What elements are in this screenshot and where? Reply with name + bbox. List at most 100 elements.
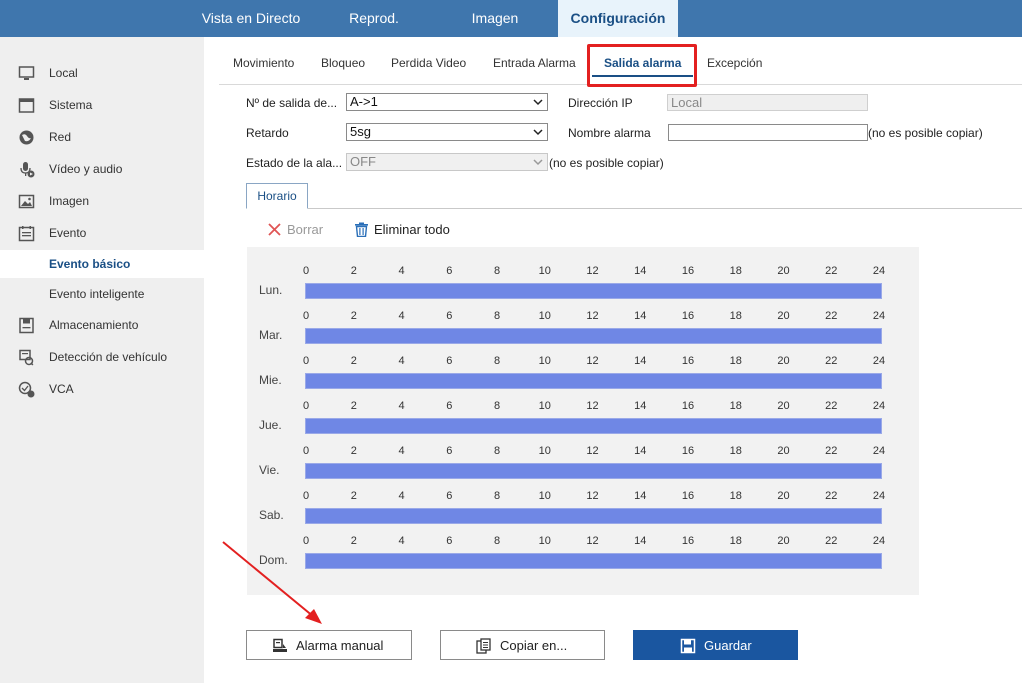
schedule-bar[interactable] — [305, 283, 882, 299]
sidebar-item-event[interactable]: Evento — [0, 219, 204, 247]
time-tick-label: 6 — [446, 265, 453, 277]
output-no-label: Nº de salida de... — [246, 96, 338, 110]
time-tick-label: 8 — [493, 535, 501, 547]
nav-image[interactable]: Imagen — [450, 0, 540, 37]
alarm-state-select[interactable]: OFF — [346, 153, 548, 171]
time-tick-label: 24 — [872, 400, 886, 412]
time-tick-label: 4 — [398, 490, 405, 502]
nav-playback[interactable]: Reprod. — [330, 0, 418, 37]
time-tick-label: 14 — [634, 400, 647, 412]
annotation-arrow — [222, 541, 322, 624]
time-tick-label: 10 — [538, 265, 551, 277]
window-icon — [18, 98, 35, 113]
delete-all-button[interactable]: Eliminar todo — [354, 221, 464, 239]
schedule-bar[interactable] — [305, 373, 882, 389]
output-no-value: A->1 — [350, 94, 378, 109]
time-tick-label: 2 — [350, 490, 357, 502]
time-tick-label: 14 — [634, 310, 647, 322]
time-tick-label: 6 — [446, 400, 453, 412]
save-button[interactable]: Guardar — [633, 630, 798, 660]
sidebar-item-label: Evento — [49, 226, 87, 240]
time-tick-label: 8 — [493, 310, 501, 322]
delay-select[interactable]: 5sg — [346, 123, 548, 141]
ip-address-field[interactable]: Local — [667, 94, 868, 111]
time-tick-label: 14 — [634, 490, 647, 502]
day-label: Sab. — [259, 508, 284, 522]
nav-configuration[interactable]: Configuración — [558, 0, 678, 37]
sidebar-item-label: Detección de vehículo — [49, 350, 168, 364]
day-label: Jue. — [259, 418, 282, 432]
tab-exception[interactable]: Excepción — [707, 56, 762, 70]
sidebar: Local Sistema Red Vídeo y audio Imagen E… — [0, 37, 204, 683]
day-label: Mar. — [259, 328, 283, 342]
time-tick-label: 14 — [634, 445, 647, 457]
monitor-icon — [18, 66, 35, 80]
schedule-bar[interactable] — [305, 328, 882, 344]
sidebar-item-basic-event[interactable]: Evento básico — [0, 250, 204, 278]
time-tick-label: 2 — [350, 355, 357, 367]
time-tick-label: 4 — [398, 310, 405, 322]
time-tick-label: 6 — [446, 535, 453, 547]
time-tick-label: 12 — [586, 310, 599, 322]
sidebar-item-system[interactable]: Sistema — [0, 91, 204, 119]
manual-alarm-button[interactable]: Alarma manual — [246, 630, 412, 660]
schedule-bar[interactable] — [305, 508, 882, 524]
time-tick-label: 2 — [350, 400, 357, 412]
time-tick-label: 4 — [398, 445, 405, 457]
delete-all-label: Eliminar todo — [374, 222, 450, 237]
sidebar-item-storage[interactable]: Almacenamiento — [0, 311, 204, 339]
sidebar-item-vehicle-detection[interactable]: Detección de vehículo — [0, 343, 204, 371]
sidebar-item-local[interactable]: Local — [0, 59, 204, 87]
time-tick-label: 12 — [586, 265, 599, 277]
time-tick-label: 14 — [634, 265, 647, 277]
output-no-select[interactable]: A->1 — [346, 93, 548, 111]
tab-video-loss[interactable]: Perdida Video — [391, 56, 466, 70]
time-tick-label: 4 — [398, 355, 405, 367]
time-tick-label: 22 — [825, 535, 838, 547]
time-tick-label: 8 — [493, 490, 501, 502]
delete-button[interactable]: Borrar — [267, 221, 337, 239]
schedule-bar[interactable] — [305, 418, 882, 434]
time-tick-label: 10 — [538, 400, 551, 412]
schedule-bar[interactable] — [305, 463, 882, 479]
sidebar-item-smart-event[interactable]: Evento inteligente — [0, 280, 204, 308]
time-tick-label: 0 — [302, 400, 310, 412]
sidebar-item-vca[interactable]: VCA — [0, 375, 204, 403]
alarm-state-note: (no es posible copiar) — [549, 156, 664, 170]
time-tick-label: 4 — [398, 400, 405, 412]
copy-to-button[interactable]: Copiar en... — [440, 630, 605, 660]
nav-live-view[interactable]: Vista en Directo — [186, 0, 316, 37]
time-tick-label: 8 — [493, 445, 501, 457]
tab-schedule[interactable]: Horario — [246, 183, 308, 209]
sidebar-item-label: Evento básico — [49, 257, 131, 271]
tab-motion[interactable]: Movimiento — [233, 56, 294, 70]
sidebar-item-video-audio[interactable]: Vídeo y audio — [0, 155, 204, 183]
time-tick-label: 22 — [825, 355, 838, 367]
time-tick-label: 0 — [302, 265, 310, 277]
time-tick-label: 8 — [493, 265, 501, 277]
time-tick-label: 24 — [872, 490, 886, 502]
time-tick-label: 6 — [446, 310, 453, 322]
time-tick-label: 20 — [777, 265, 790, 277]
time-tick-label: 8 — [493, 400, 501, 412]
time-tick-label: 12 — [586, 355, 599, 367]
delete-label: Borrar — [287, 222, 324, 237]
copy-to-label: Copiar en... — [500, 638, 568, 653]
time-tick-label: 18 — [729, 400, 742, 412]
time-tick-label: 16 — [681, 490, 695, 502]
sidebar-item-label: Imagen — [49, 194, 90, 208]
sidebar-item-image[interactable]: Imagen — [0, 187, 204, 215]
tab-alarm-input[interactable]: Entrada Alarma — [493, 56, 576, 70]
alarm-name-field[interactable] — [668, 124, 868, 141]
time-tick-label: 24 — [872, 310, 886, 322]
chevron-down-icon — [533, 129, 543, 136]
time-tick-label: 22 — [825, 490, 838, 502]
time-tick-label: 0 — [302, 355, 310, 367]
time-tick-label: 22 — [825, 310, 838, 322]
time-tick-label: 16 — [681, 400, 695, 412]
tab-tamper[interactable]: Bloqueo — [321, 56, 365, 70]
sidebar-item-network[interactable]: Red — [0, 123, 204, 151]
schedule-bar[interactable] — [305, 553, 882, 569]
chevron-down-icon — [533, 99, 543, 106]
time-tick-label: 24 — [872, 265, 886, 277]
